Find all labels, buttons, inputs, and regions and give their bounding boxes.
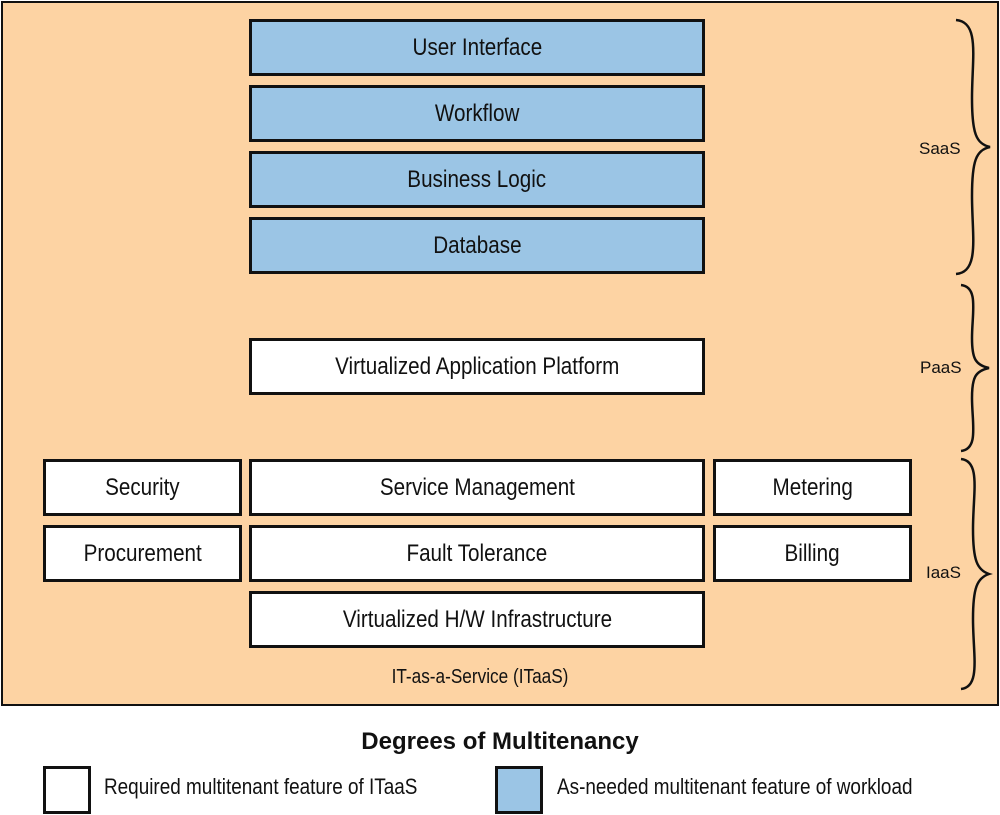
layer-user-interface: User Interface bbox=[249, 19, 705, 76]
layer-billing: Billing bbox=[713, 525, 912, 582]
itaas-label: IT-as-a-Service (ITaaS) bbox=[391, 666, 569, 688]
legend-label-workload: As-needed multitenant feature of workloa… bbox=[557, 774, 913, 799]
iaas-brace-icon bbox=[960, 457, 993, 691]
layer-label: Metering bbox=[772, 473, 853, 501]
layer-workflow: Workflow bbox=[249, 85, 705, 142]
layer-label: Virtualized Application Platform bbox=[334, 352, 620, 380]
layer-security: Security bbox=[43, 459, 242, 516]
layer-metering: Metering bbox=[713, 459, 912, 516]
layer-label: Procurement bbox=[83, 539, 202, 567]
legend-swatch-itaas bbox=[43, 766, 91, 814]
layer-label: Fault Tolerance bbox=[406, 539, 548, 567]
legend-label-itaas: Required multitenant feature of ITaaS bbox=[104, 774, 418, 799]
layer-business-logic: Business Logic bbox=[249, 151, 705, 208]
layer-fault-tolerance: Fault Tolerance bbox=[249, 525, 705, 582]
layer-label: Workflow bbox=[434, 99, 520, 127]
layer-virtualized-hw-infrastructure: Virtualized H/W Infrastructure bbox=[249, 591, 705, 648]
layer-procurement: Procurement bbox=[43, 525, 242, 582]
layer-label: Billing bbox=[784, 539, 841, 567]
layer-label: Security bbox=[105, 473, 180, 501]
layer-label: Virtualized H/W Infrastructure bbox=[342, 605, 612, 633]
layer-database: Database bbox=[249, 217, 705, 274]
paas-label: PaaS bbox=[920, 358, 962, 377]
saas-label: SaaS bbox=[919, 139, 961, 158]
legend-title: Degrees of Multitenancy bbox=[361, 728, 639, 755]
layer-label: Service Management bbox=[379, 473, 575, 501]
layer-service-management: Service Management bbox=[249, 459, 705, 516]
layer-label: Business Logic bbox=[407, 165, 547, 193]
legend-swatch-workload bbox=[495, 766, 543, 814]
layer-label: Database bbox=[432, 231, 522, 259]
layer-virtualized-application-platform: Virtualized Application Platform bbox=[249, 338, 705, 395]
iaas-label: IaaS bbox=[926, 563, 961, 582]
layer-label: User Interface bbox=[412, 33, 542, 61]
